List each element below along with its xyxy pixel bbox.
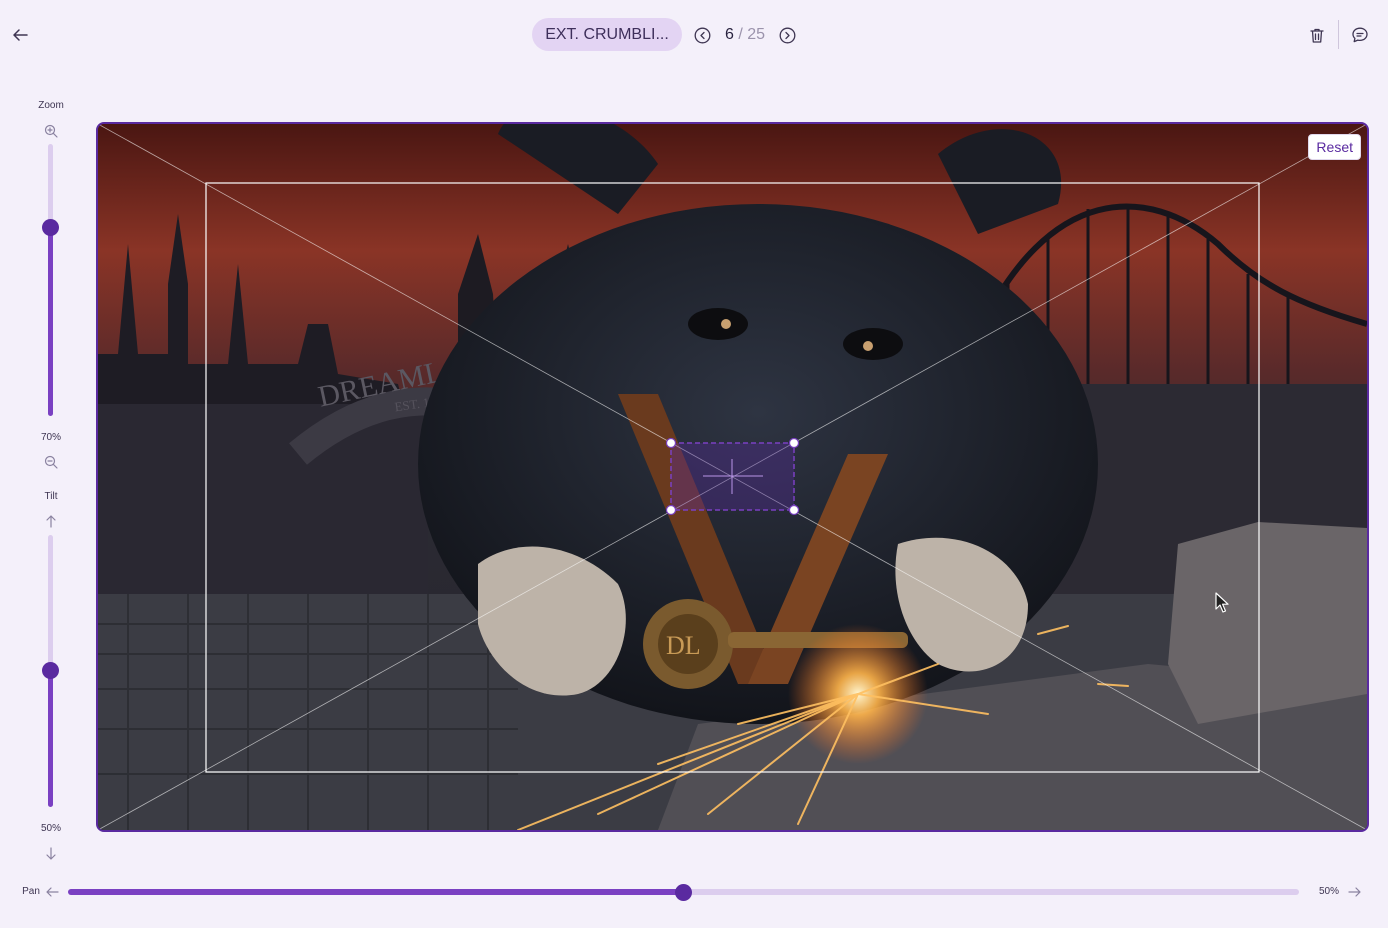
zoom-out-icon[interactable]	[42, 453, 60, 471]
zoom-value: 70%	[40, 432, 61, 443]
tilt-value: 50%	[40, 823, 61, 834]
comment-icon[interactable]	[1348, 23, 1372, 47]
tilt-slider-fill	[48, 670, 53, 807]
prev-shot-icon[interactable]	[692, 25, 712, 45]
pan-slider-fill	[68, 889, 684, 895]
reset-button[interactable]: Reset	[1308, 134, 1361, 160]
arrow-down-icon[interactable]	[42, 845, 60, 863]
arrow-left-icon[interactable]	[43, 883, 61, 901]
counter-separator: /	[738, 26, 743, 43]
framing-canvas[interactable]: DREAMLAND EST. 1968 DL Reset	[96, 122, 1369, 832]
key-engraving: DL	[666, 631, 701, 660]
pan-value: 50%	[1318, 886, 1339, 897]
trash-icon[interactable]	[1305, 23, 1329, 47]
pan-slider-thumb[interactable]	[675, 884, 692, 901]
scene-image: DREAMLAND EST. 1968 DL	[98, 124, 1367, 830]
current-shot-number: 6	[724, 26, 734, 43]
tilt-slider-thumb[interactable]	[42, 662, 59, 679]
back-arrow-icon[interactable]	[8, 23, 32, 47]
next-shot-icon[interactable]	[777, 25, 797, 45]
header-divider	[1338, 20, 1339, 49]
tilt-label: Tilt	[44, 491, 58, 502]
mouse-cursor-icon	[1215, 592, 1229, 614]
arrow-up-icon[interactable]	[42, 512, 60, 530]
zoom-in-icon[interactable]	[42, 122, 60, 140]
zoom-slider-thumb[interactable]	[42, 219, 59, 236]
shot-counter: 6 / 25	[716, 25, 774, 45]
zoom-slider-fill	[48, 228, 53, 416]
shot-name-pill[interactable]: EXT. CRUMBLI...	[532, 18, 682, 51]
arrow-right-icon[interactable]	[1346, 883, 1364, 901]
zoom-label: Zoom	[38, 100, 64, 111]
total-shot-count: 25	[747, 26, 766, 43]
